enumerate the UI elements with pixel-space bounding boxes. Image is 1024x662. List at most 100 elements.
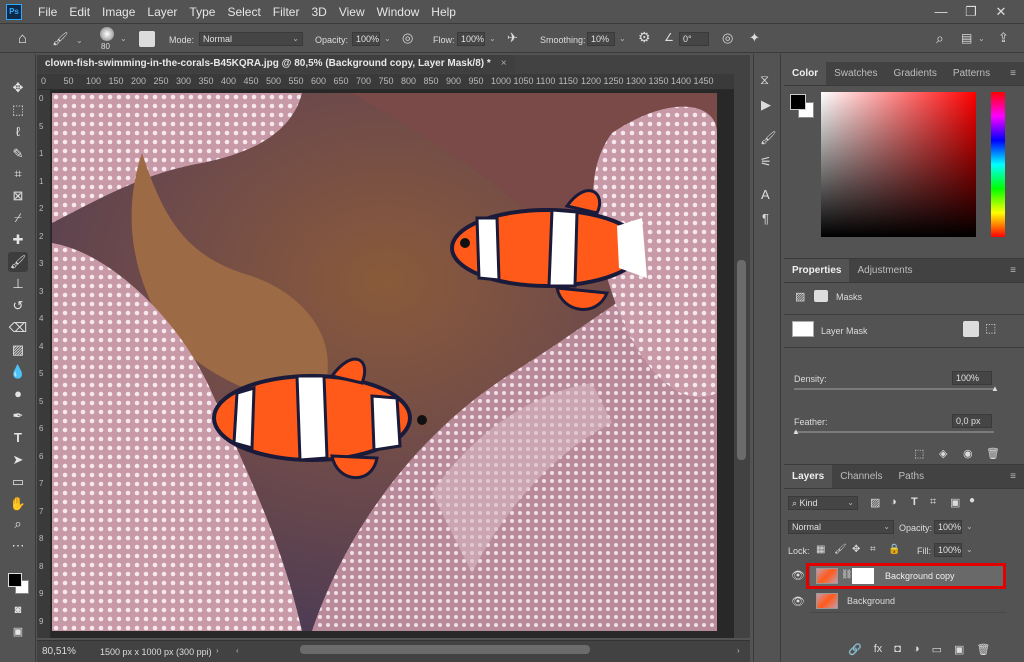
new-layer-icon[interactable]: ▣ [954,643,964,656]
link-layers-icon[interactable]: 🔗 [848,643,862,656]
healing-brush-tool-icon[interactable]: ✚ [8,230,28,250]
dodge-tool-icon[interactable]: ● [8,384,28,404]
chevron-down-icon[interactable]: ⌄ [966,545,973,554]
layer-mask-thumbnail[interactable] [792,321,814,337]
menu-type[interactable]: Type [183,0,221,24]
marquee-tool-icon[interactable]: ⬚ [8,100,28,120]
tab-properties[interactable]: Properties [784,259,850,282]
foreground-color-swatch-front[interactable] [8,573,22,587]
panel-menu-icon[interactable]: ≡ [1010,68,1016,79]
chevron-down-icon[interactable]: ⌄ [966,522,973,531]
type-tool-icon[interactable]: T [8,428,28,448]
home-icon[interactable]: ⌂ [18,30,27,47]
angle-input[interactable]: 0° [679,32,709,46]
chevron-down-icon[interactable]: ⌄ [120,34,127,43]
lock-artboard-icon[interactable]: ⌗ [870,544,876,555]
visibility-eye-icon[interactable]: 👁 [791,569,805,582]
lock-pixels-icon[interactable]: 🖌 [834,544,847,555]
close-window-button[interactable]: ✕ [986,0,1016,24]
layer-row-background[interactable]: Background [810,589,1006,613]
mode-select[interactable]: Normal ⌄ [199,32,303,46]
menu-view[interactable]: View [333,0,371,24]
feather-slider-handle[interactable]: ▲ [792,427,800,436]
menu-help[interactable]: Help [425,0,462,24]
chevron-down-icon[interactable]: ⌄ [619,34,626,43]
quick-select-tool-icon[interactable]: ✎ [8,144,28,164]
layer-name[interactable]: Background [847,596,895,606]
minimize-button[interactable]: — [926,0,956,24]
density-input[interactable]: 100% [952,371,992,385]
filter-shape-icon[interactable]: ⌗ [930,496,936,509]
apply-mask-icon[interactable]: ◈ [939,447,947,460]
filter-pixel-icon[interactable]: ▨ [870,496,880,509]
opacity-input[interactable]: 100% [352,32,380,46]
menu-filter[interactable]: Filter [267,0,306,24]
crop-tool-icon[interactable]: ⌗ [8,164,28,184]
new-group-icon[interactable]: ▭ [932,643,942,656]
delete-layer-icon[interactable]: 🗑 [976,643,990,656]
zoom-level[interactable]: 80,51% [42,646,76,657]
color-field[interactable] [821,92,976,237]
horizontal-scroll-thumb[interactable] [300,645,590,654]
restore-button[interactable]: ❐ [956,0,986,24]
layer-opacity-input[interactable]: 100% [934,520,962,534]
lock-position-icon[interactable]: ✥ [852,544,860,555]
visibility-eye-icon[interactable]: 👁 [791,595,805,608]
character-panel-icon[interactable]: A [761,187,770,202]
tab-patterns[interactable]: Patterns [945,62,998,85]
close-tab-icon[interactable]: × [501,58,507,69]
flow-input[interactable]: 100% [457,32,485,46]
gradient-tool-icon[interactable]: ▨ [8,340,28,360]
filter-type-icon[interactable]: T [911,496,918,508]
chevron-down-icon[interactable]: ⌄ [978,34,985,43]
share-icon[interactable]: ⇪ [998,30,1009,46]
panel-menu-icon[interactable]: ≡ [1010,265,1016,276]
brush-tip-icon[interactable] [100,27,114,41]
filter-toggle-icon[interactable]: ● [969,495,975,506]
tab-channels[interactable]: Channels [832,465,890,488]
density-slider[interactable] [794,388,994,390]
brushes-panel-icon[interactable]: 🖌 [760,130,777,146]
visibility-icon[interactable]: ◉ [963,447,973,460]
document-info[interactable]: 1500 px x 1000 px (300 ppi) [100,647,212,657]
fx-icon[interactable]: fx [874,643,883,656]
vertical-scroll-thumb[interactable] [737,260,746,460]
zoom-tool-icon[interactable]: ⌕ [8,514,28,534]
stamp-tool-icon[interactable]: ⊥ [8,274,28,294]
tab-paths[interactable]: Paths [891,465,933,488]
filter-smart-object-icon[interactable]: ▣ [950,496,960,509]
filter-adjustment-icon[interactable]: ◑ [890,496,897,508]
tab-gradients[interactable]: Gradients [885,62,944,85]
smoothing-input[interactable]: 10% [587,32,615,46]
menu-edit[interactable]: Edit [63,0,96,24]
actions-play-icon[interactable]: ▶ [761,97,771,113]
foreground-color-chip[interactable] [790,94,806,110]
eraser-tool-icon[interactable]: ⌫ [8,318,28,338]
rectangle-tool-icon[interactable]: ▭ [8,472,28,492]
blur-tool-icon[interactable]: 💧 [8,362,28,382]
chevron-down-icon[interactable]: ⌄ [384,34,391,43]
pressure-size-icon[interactable]: ◎ [722,30,733,46]
vector-mask-icon[interactable]: ⬚ [985,321,996,335]
add-mask-icon[interactable]: ◘ [894,643,901,656]
frame-tool-icon[interactable]: ⊠ [8,186,28,206]
feather-input[interactable]: 0,0 px [952,414,992,428]
delete-mask-icon[interactable]: 🗑 [986,447,1000,460]
paragraph-panel-icon[interactable]: ¶ [762,211,769,226]
menu-window[interactable]: Window [371,0,426,24]
move-tool-icon[interactable]: ✥ [8,78,28,98]
pressure-opacity-icon[interactable]: ◎ [402,30,413,46]
clownfish-photo[interactable] [52,93,717,631]
quick-mask-icon[interactable]: ◙ [8,600,28,620]
menu-3d[interactable]: 3D [305,0,332,24]
menu-file[interactable]: File [32,0,63,24]
search-icon[interactable]: ⌕ [936,30,944,47]
more-tools-icon[interactable]: ⋯ [8,536,28,556]
tab-adjustments[interactable]: Adjustments [849,259,920,282]
lock-transparent-icon[interactable]: ▦ [816,544,825,555]
tab-color[interactable]: Color [784,62,827,85]
pixel-mask-icon[interactable] [963,321,979,337]
scroll-right-icon[interactable]: › [737,646,740,655]
density-slider-handle[interactable]: ▲ [991,384,999,393]
screen-mode-icon[interactable]: ▣ [8,622,28,642]
